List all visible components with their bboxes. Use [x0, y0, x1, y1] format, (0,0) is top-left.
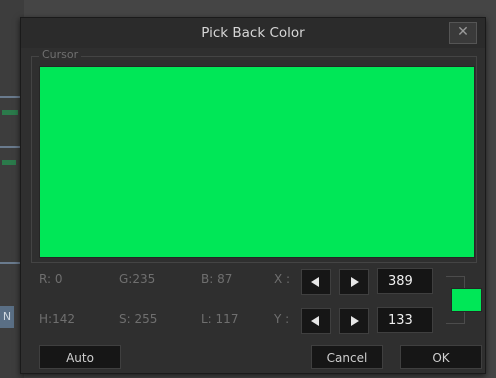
arrow-left-icon [311, 277, 319, 287]
color-swatch [451, 288, 482, 312]
close-button[interactable]: ✕ [449, 22, 477, 44]
pick-back-color-dialog: Pick Back Color ✕ Cursor R: 0 G:235 B: 8… [20, 17, 486, 374]
luminance-value: L: 117 [201, 312, 239, 326]
arrow-right-icon [351, 316, 359, 326]
saturation-value: S: 255 [119, 312, 158, 326]
y-coordinate-field[interactable]: 133 [377, 307, 433, 333]
color-preview[interactable] [39, 66, 475, 258]
background-n-label: N [0, 306, 14, 328]
auto-button[interactable]: Auto [39, 345, 121, 369]
y-label: Y : [274, 312, 290, 326]
background-indicator [2, 160, 16, 165]
green-value: G:235 [119, 272, 156, 286]
close-icon: ✕ [457, 24, 469, 40]
x-coordinate-field[interactable]: 389 [377, 268, 433, 294]
cancel-button[interactable]: Cancel [311, 345, 383, 369]
y-increase-button[interactable] [339, 308, 369, 334]
background-indicator [2, 110, 18, 115]
red-value: R: 0 [39, 272, 63, 286]
cursor-group-label: Cursor [39, 48, 82, 62]
blue-value: B: 87 [201, 272, 233, 286]
x-decrease-button[interactable] [301, 269, 331, 295]
title-bar[interactable]: Pick Back Color ✕ [21, 18, 485, 48]
y-decrease-button[interactable] [301, 308, 331, 334]
arrow-left-icon [311, 316, 319, 326]
arrow-right-icon [351, 277, 359, 287]
x-increase-button[interactable] [339, 269, 369, 295]
background-divider [0, 146, 20, 148]
ok-button[interactable]: OK [400, 345, 482, 369]
background-divider [0, 96, 20, 98]
background-divider [0, 262, 20, 264]
x-label: X : [274, 272, 291, 286]
hue-value: H:142 [39, 312, 75, 326]
dialog-title: Pick Back Color [201, 25, 305, 41]
